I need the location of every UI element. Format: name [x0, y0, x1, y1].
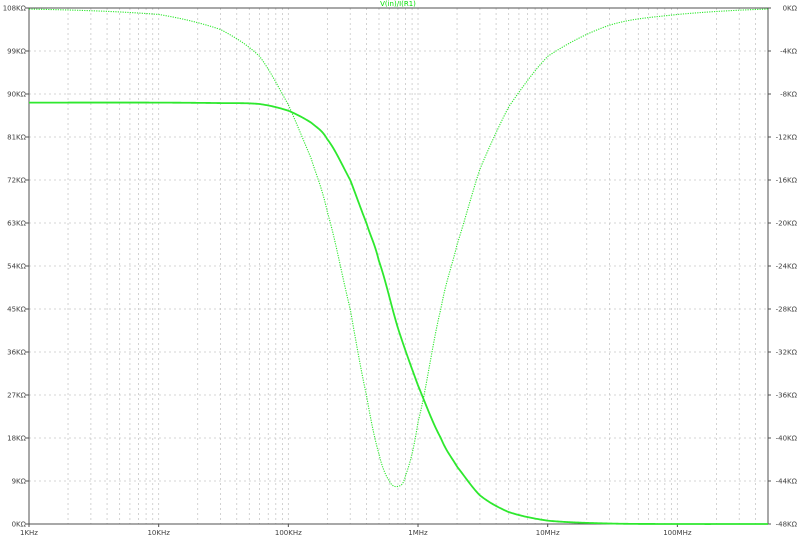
right-tick-label: -4KΩ	[780, 48, 798, 56]
left-tick-label: 27KΩ	[7, 392, 26, 400]
left-tick-label: 9KΩ	[12, 478, 27, 486]
x-tick-label: 10KHz	[147, 529, 170, 537]
left-tick-label: 99KΩ	[7, 48, 26, 56]
left-tick-label: 63KΩ	[7, 220, 26, 228]
right-tick-label: -28KΩ	[776, 306, 798, 314]
x-tick-label: 100KHz	[275, 529, 302, 537]
left-axis-ticks: 0KΩ 9KΩ 18KΩ 27KΩ 36KΩ 45KΩ 54KΩ 63KΩ 72KΩ 81KΩ 90…	[3, 5, 29, 529]
right-tick-label: -20KΩ	[776, 220, 798, 228]
waveform-plot-window[interactable]: V(in)/I(R1) 0KΩ 9KΩ 18KΩ 27KΩ 36KΩ 45KΩ 54KΩ 63…	[0, 0, 800, 539]
left-tick-label: 81KΩ	[7, 134, 26, 142]
x-tick-label: 1MHz	[408, 529, 428, 537]
right-tick-label: 0KΩ	[783, 5, 798, 13]
right-tick-label: -44KΩ	[776, 478, 798, 486]
left-tick-label: 36KΩ	[7, 349, 26, 357]
left-tick-label: 72KΩ	[7, 177, 26, 185]
left-tick-label: 108KΩ	[3, 5, 27, 13]
right-tick-label: -12KΩ	[776, 134, 798, 142]
trace-title[interactable]: V(in)/I(R1)	[380, 0, 416, 8]
right-tick-label: -24KΩ	[776, 263, 798, 271]
waveform-chart[interactable]: V(in)/I(R1) 0KΩ 9KΩ 18KΩ 27KΩ 36KΩ 45KΩ 54KΩ 63…	[0, 0, 800, 539]
traces	[28, 8, 769, 525]
grid-lines	[28, 7, 769, 525]
x-tick-label: 1KHz	[20, 529, 38, 537]
x-axis-ticks: 1KHz 10KHz 100KHz 1MHz 10MHz 100MHz	[20, 524, 692, 537]
left-tick-label: 45KΩ	[7, 306, 26, 314]
left-tick-label: 0KΩ	[12, 521, 27, 529]
left-tick-label: 18KΩ	[7, 435, 26, 443]
right-tick-label: -40KΩ	[776, 435, 798, 443]
x-tick-label: 100MHz	[663, 529, 692, 537]
right-tick-label: -48KΩ	[776, 521, 798, 529]
right-tick-label: -36KΩ	[776, 392, 798, 400]
left-tick-label: 90KΩ	[7, 91, 26, 99]
left-tick-label: 54KΩ	[7, 263, 26, 271]
phase-trace[interactable]	[28, 8, 769, 488]
right-tick-label: -8KΩ	[780, 91, 798, 99]
right-tick-label: -32KΩ	[776, 349, 798, 357]
x-tick-label: 10MHz	[536, 529, 560, 537]
right-tick-label: -16KΩ	[776, 177, 798, 185]
right-axis-ticks: 0KΩ -4KΩ -8KΩ -12KΩ -16KΩ -20KΩ -24KΩ -28KΩ -32K…	[768, 5, 798, 529]
